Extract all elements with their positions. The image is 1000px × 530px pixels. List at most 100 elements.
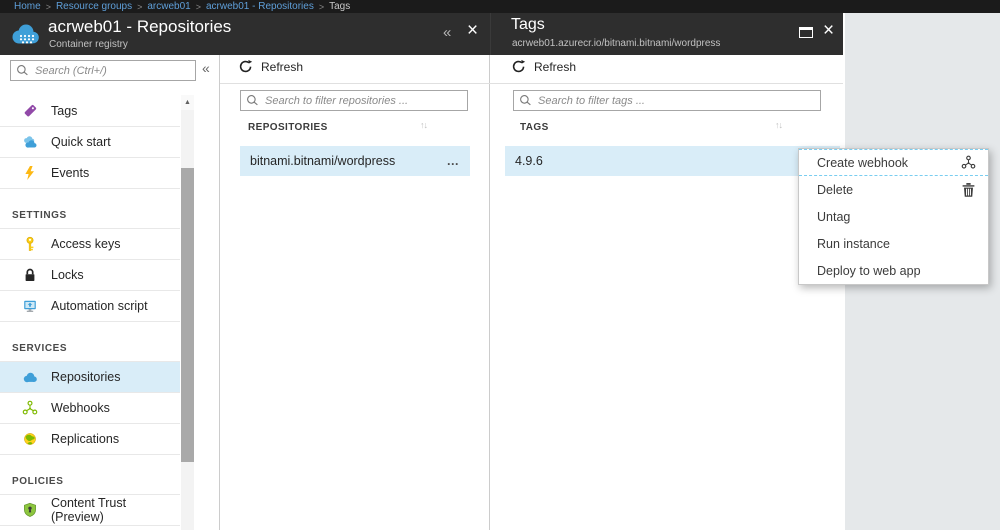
menu-item-label: Untag [817, 210, 850, 224]
sidebar: « Tags Quick start Events [0, 55, 219, 530]
breadcrumb-home[interactable]: Home [14, 1, 41, 12]
sidebar-nav: Tags Quick start Events SETTINGS [0, 96, 180, 526]
main-content: « Tags Quick start Events [0, 55, 843, 530]
registry-blade-title: acrweb01 - Repositories [48, 17, 231, 37]
panels-divider [489, 55, 490, 530]
sidebar-group-policies: POLICIES [0, 455, 180, 495]
repositories-filter-input[interactable] [240, 90, 468, 111]
sidebar-item-replications[interactable]: Replications [0, 424, 180, 455]
toolbar-divider [220, 83, 843, 84]
breadcrumb: Home > Resource groups > arcweb01 > acrw… [0, 0, 1000, 13]
repository-row[interactable]: bitnami.bitnami/wordpress … [240, 146, 470, 176]
sidebar-scrollbar[interactable]: ▲ [181, 95, 194, 530]
replications-globe-icon [22, 431, 38, 447]
repositories-cloud-icon [22, 369, 38, 385]
tag-name: 4.9.6 [515, 154, 543, 168]
content-trust-shield-icon [22, 502, 38, 518]
sidebar-search-input[interactable] [10, 60, 196, 81]
refresh-icon [511, 59, 526, 74]
tags-refresh-button[interactable]: Refresh [511, 59, 576, 74]
menu-item-label: Run instance [817, 237, 890, 251]
sidebar-item-label: Tags [51, 104, 77, 118]
menu-item-delete[interactable]: Delete [799, 176, 988, 203]
menu-item-label: Deploy to web app [817, 264, 921, 278]
sidebar-item-webhooks[interactable]: Webhooks [0, 393, 180, 424]
sidebar-search [10, 60, 196, 81]
refresh-label: Refresh [534, 60, 576, 74]
container-registry-icon [9, 19, 41, 51]
tag-context-menu: Create webhook Delete Untag Run instance… [798, 148, 989, 285]
scrollbar-thumb[interactable] [181, 168, 194, 462]
tag-row[interactable]: 4.9.6 [505, 146, 840, 176]
lightning-icon [22, 165, 38, 181]
sidebar-panel-divider [219, 55, 220, 530]
sidebar-item-label: Quick start [51, 135, 111, 149]
breadcrumb-separator: > [196, 2, 201, 12]
menu-item-run-instance[interactable]: Run instance [799, 230, 988, 257]
sidebar-item-label: Replications [51, 432, 119, 446]
sidebar-item-label: Locks [51, 268, 84, 282]
sidebar-item-locks[interactable]: Locks [0, 260, 180, 291]
sidebar-item-label: Webhooks [51, 401, 110, 415]
breadcrumb-resource-groups[interactable]: Resource groups [56, 1, 132, 12]
registry-blade-subtitle: Container registry [49, 39, 128, 50]
quickstart-cloud-icon [22, 134, 38, 150]
tags-blade-subtitle: acrweb01.azurecr.io/bitnami.bitnami/word… [512, 38, 720, 49]
sidebar-item-automation-script[interactable]: Automation script [0, 291, 180, 322]
lock-icon [22, 267, 38, 283]
scroll-up-icon[interactable]: ▲ [181, 95, 194, 110]
tags-blade-header: Tags acrweb01.azurecr.io/bitnami.bitnami… [490, 13, 843, 55]
search-icon [245, 93, 260, 108]
webhook-icon [22, 400, 38, 416]
tags-blade-title: Tags [511, 16, 545, 34]
sidebar-item-label: Content Trust (Preview) [51, 496, 180, 524]
sidebar-item-label: Repositories [51, 370, 120, 384]
breadcrumb-resource-group[interactable]: arcweb01 [147, 1, 190, 12]
menu-item-label: Create webhook [817, 156, 908, 170]
repositories-filter [240, 90, 468, 111]
menu-item-label: Delete [817, 183, 853, 197]
sidebar-group-settings: SETTINGS [0, 189, 180, 229]
tags-filter [513, 90, 821, 111]
sidebar-item-tags[interactable]: Tags [0, 96, 180, 127]
sidebar-item-quick-start[interactable]: Quick start [0, 127, 180, 158]
menu-item-untag[interactable]: Untag [799, 203, 988, 230]
sidebar-item-events[interactable]: Events [0, 158, 180, 189]
close-registry-blade-button[interactable]: × [467, 21, 478, 40]
breadcrumb-separator: > [46, 2, 51, 12]
sort-icon[interactable]: ↑↓ [420, 120, 427, 130]
refresh-icon [238, 59, 253, 74]
repositories-refresh-button[interactable]: Refresh [238, 59, 303, 74]
repositories-column-header[interactable]: REPOSITORIES [248, 122, 328, 133]
search-icon [15, 63, 30, 78]
breadcrumb-registry-repositories[interactable]: acrweb01 - Repositories [206, 1, 314, 12]
tag-icon [22, 103, 38, 119]
tags-filter-input[interactable] [513, 90, 821, 111]
sort-icon[interactable]: ↑↓ [775, 120, 782, 130]
registry-blade-header: acrweb01 - Repositories Container regist… [0, 13, 490, 55]
close-tags-blade-button[interactable]: × [823, 21, 834, 40]
sidebar-item-access-keys[interactable]: Access keys [0, 229, 180, 260]
row-context-menu-button[interactable]: … [447, 154, 461, 168]
refresh-label: Refresh [261, 60, 303, 74]
automation-script-icon [22, 298, 38, 314]
breadcrumb-current: Tags [329, 1, 350, 12]
breadcrumb-separator: > [319, 2, 324, 12]
tags-column-header[interactable]: TAGS [520, 122, 549, 133]
collapse-blade-button[interactable]: « [443, 24, 451, 41]
sidebar-item-label: Access keys [51, 237, 120, 251]
repository-name: bitnami.bitnami/wordpress [250, 154, 395, 168]
menu-item-create-webhook[interactable]: Create webhook [799, 149, 988, 176]
sidebar-item-label: Events [51, 166, 89, 180]
sidebar-item-label: Automation script [51, 299, 148, 313]
menu-item-deploy-to-web-app[interactable]: Deploy to web app [799, 257, 988, 284]
sidebar-group-services: SERVICES [0, 322, 180, 362]
sidebar-collapse-chevrons[interactable]: « [202, 60, 210, 76]
webhook-icon [961, 155, 976, 170]
key-icon [22, 236, 38, 252]
trash-icon [961, 182, 976, 197]
maximize-icon[interactable] [799, 27, 813, 38]
sidebar-item-repositories[interactable]: Repositories [0, 362, 180, 393]
sidebar-item-content-trust[interactable]: Content Trust (Preview) [0, 495, 180, 526]
breadcrumb-separator: > [137, 2, 142, 12]
